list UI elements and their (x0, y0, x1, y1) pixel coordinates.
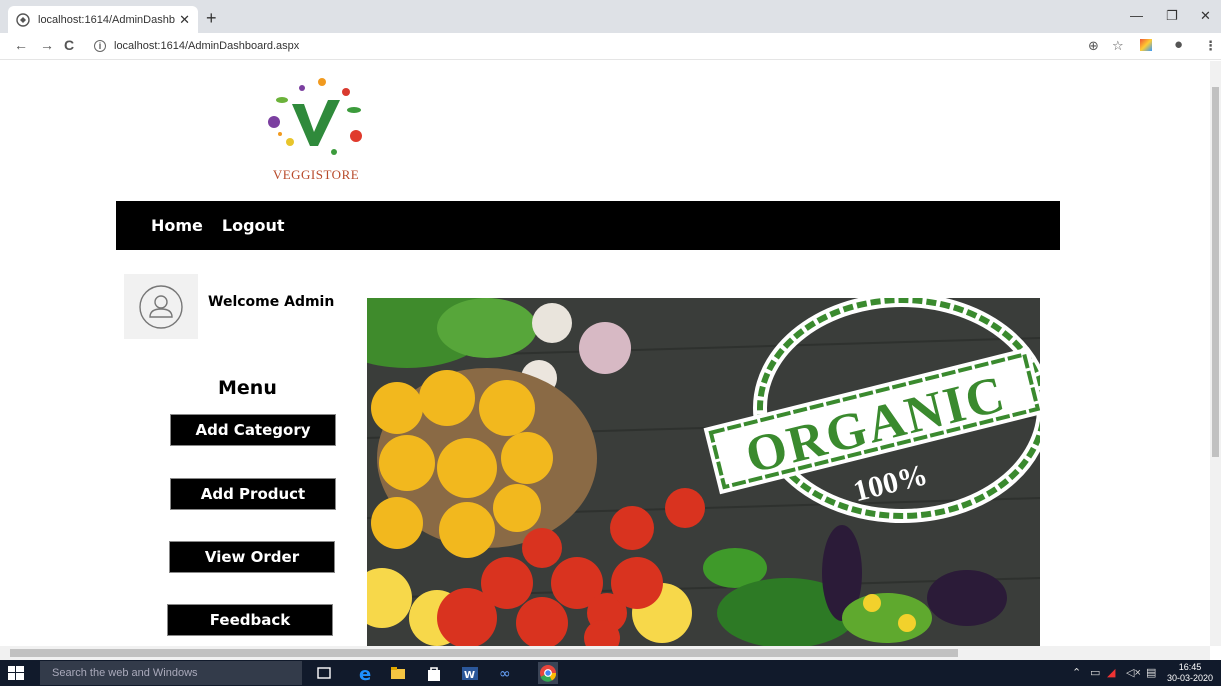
tray-chevron-icon[interactable]: ⌃ (1072, 666, 1081, 679)
add-category-button[interactable]: Add Category (170, 414, 336, 446)
clock-time: 16:45 (1178, 662, 1202, 672)
nav-logout-link[interactable]: Logout (222, 216, 285, 235)
taskbar-search-input[interactable]: Search the web and Windows (40, 661, 302, 685)
notification-icon[interactable]: ▤ (1146, 666, 1156, 679)
clock-date: 30-03-2020 (1166, 673, 1213, 683)
store-bag-icon[interactable] (425, 664, 443, 682)
extension-icon[interactable] (1140, 39, 1152, 51)
horizontal-scrollbar[interactable] (0, 646, 1210, 660)
browser-toolbar: ← → C i localhost:1614/AdminDashboard.as… (0, 33, 1221, 60)
close-icon[interactable]: ✕ (179, 12, 190, 28)
task-view-icon[interactable] (315, 664, 333, 682)
store-logo[interactable]: VEGGISTORE (262, 70, 370, 182)
minimize-icon[interactable]: — (1130, 8, 1143, 23)
feedback-button[interactable]: Feedback (167, 604, 333, 636)
horizontal-scroll-thumb[interactable] (10, 649, 958, 657)
tab-title: localhost:1614/AdminDashboard (38, 13, 175, 26)
search-placeholder: Search the web and Windows (52, 667, 198, 679)
view-order-button[interactable]: View Order (169, 541, 335, 573)
file-explorer-icon[interactable] (389, 664, 407, 682)
svg-text:e: e (359, 664, 371, 682)
new-tab-icon[interactable]: + (206, 9, 217, 27)
vertical-scrollbar[interactable] (1210, 61, 1221, 646)
battery-icon[interactable]: ▭ (1090, 666, 1100, 679)
menu-heading: Menu (218, 377, 277, 399)
windows-start-icon[interactable] (8, 666, 24, 680)
nav-home-link[interactable]: Home (151, 216, 203, 235)
browser-tab[interactable]: localhost:1614/AdminDashboard ✕ (8, 6, 198, 33)
network-icon[interactable]: ◢ (1107, 666, 1115, 679)
brand-name: VEGGISTORE (272, 167, 360, 182)
taskbar-clock[interactable]: 16:45 30-03-2020 (1167, 662, 1213, 684)
vertical-scroll-thumb[interactable] (1212, 87, 1219, 457)
welcome-text: Welcome Admin (208, 294, 335, 310)
page-content: VEGGISTORE Home Logout Welcome Admin Men… (0, 61, 1210, 646)
zoom-icon[interactable]: ⊕ (1088, 38, 1099, 54)
menu-dots-icon[interactable]: ⋮ (1204, 38, 1217, 54)
volume-icon[interactable]: ◁× (1126, 666, 1141, 679)
infinity-app-icon[interactable]: ∞ (499, 664, 517, 682)
edge-browser-icon[interactable]: e (357, 664, 375, 685)
browser-window: localhost:1614/AdminDashboard ✕ + — ❐ ✕ … (0, 0, 1221, 660)
svg-text:∞: ∞ (499, 666, 511, 682)
svg-text:W: W (464, 670, 475, 681)
bookmark-star-icon[interactable]: ☆ (1112, 38, 1124, 54)
back-icon[interactable]: ← (14, 37, 28, 53)
forward-icon[interactable]: → (40, 37, 54, 53)
user-icon (139, 284, 183, 329)
reload-icon[interactable]: C (64, 37, 74, 53)
tab-strip: localhost:1614/AdminDashboard ✕ + — ❐ ✕ (0, 0, 1221, 33)
address-bar[interactable]: i localhost:1614/AdminDashboard.aspx (90, 35, 1075, 57)
profile-icon[interactable]: ● (1174, 36, 1183, 53)
chrome-icon[interactable] (538, 662, 558, 684)
url-text: localhost:1614/AdminDashboard.aspx (114, 40, 300, 52)
avatar (124, 274, 198, 339)
window-close-icon[interactable]: ✕ (1200, 8, 1211, 24)
windows-taskbar: Search the web and Windows e W ∞ ⌃ ▭ ◢ ◁… (0, 660, 1221, 686)
word-icon[interactable]: W (461, 664, 479, 682)
restore-icon[interactable]: ❐ (1166, 8, 1178, 24)
organic-banner-image: ORGANIC 100% (367, 298, 1040, 646)
info-icon[interactable]: i (94, 40, 106, 52)
main-navbar: Home Logout (116, 201, 1060, 250)
add-product-button[interactable]: Add Product (170, 478, 336, 510)
globe-icon (16, 12, 30, 27)
